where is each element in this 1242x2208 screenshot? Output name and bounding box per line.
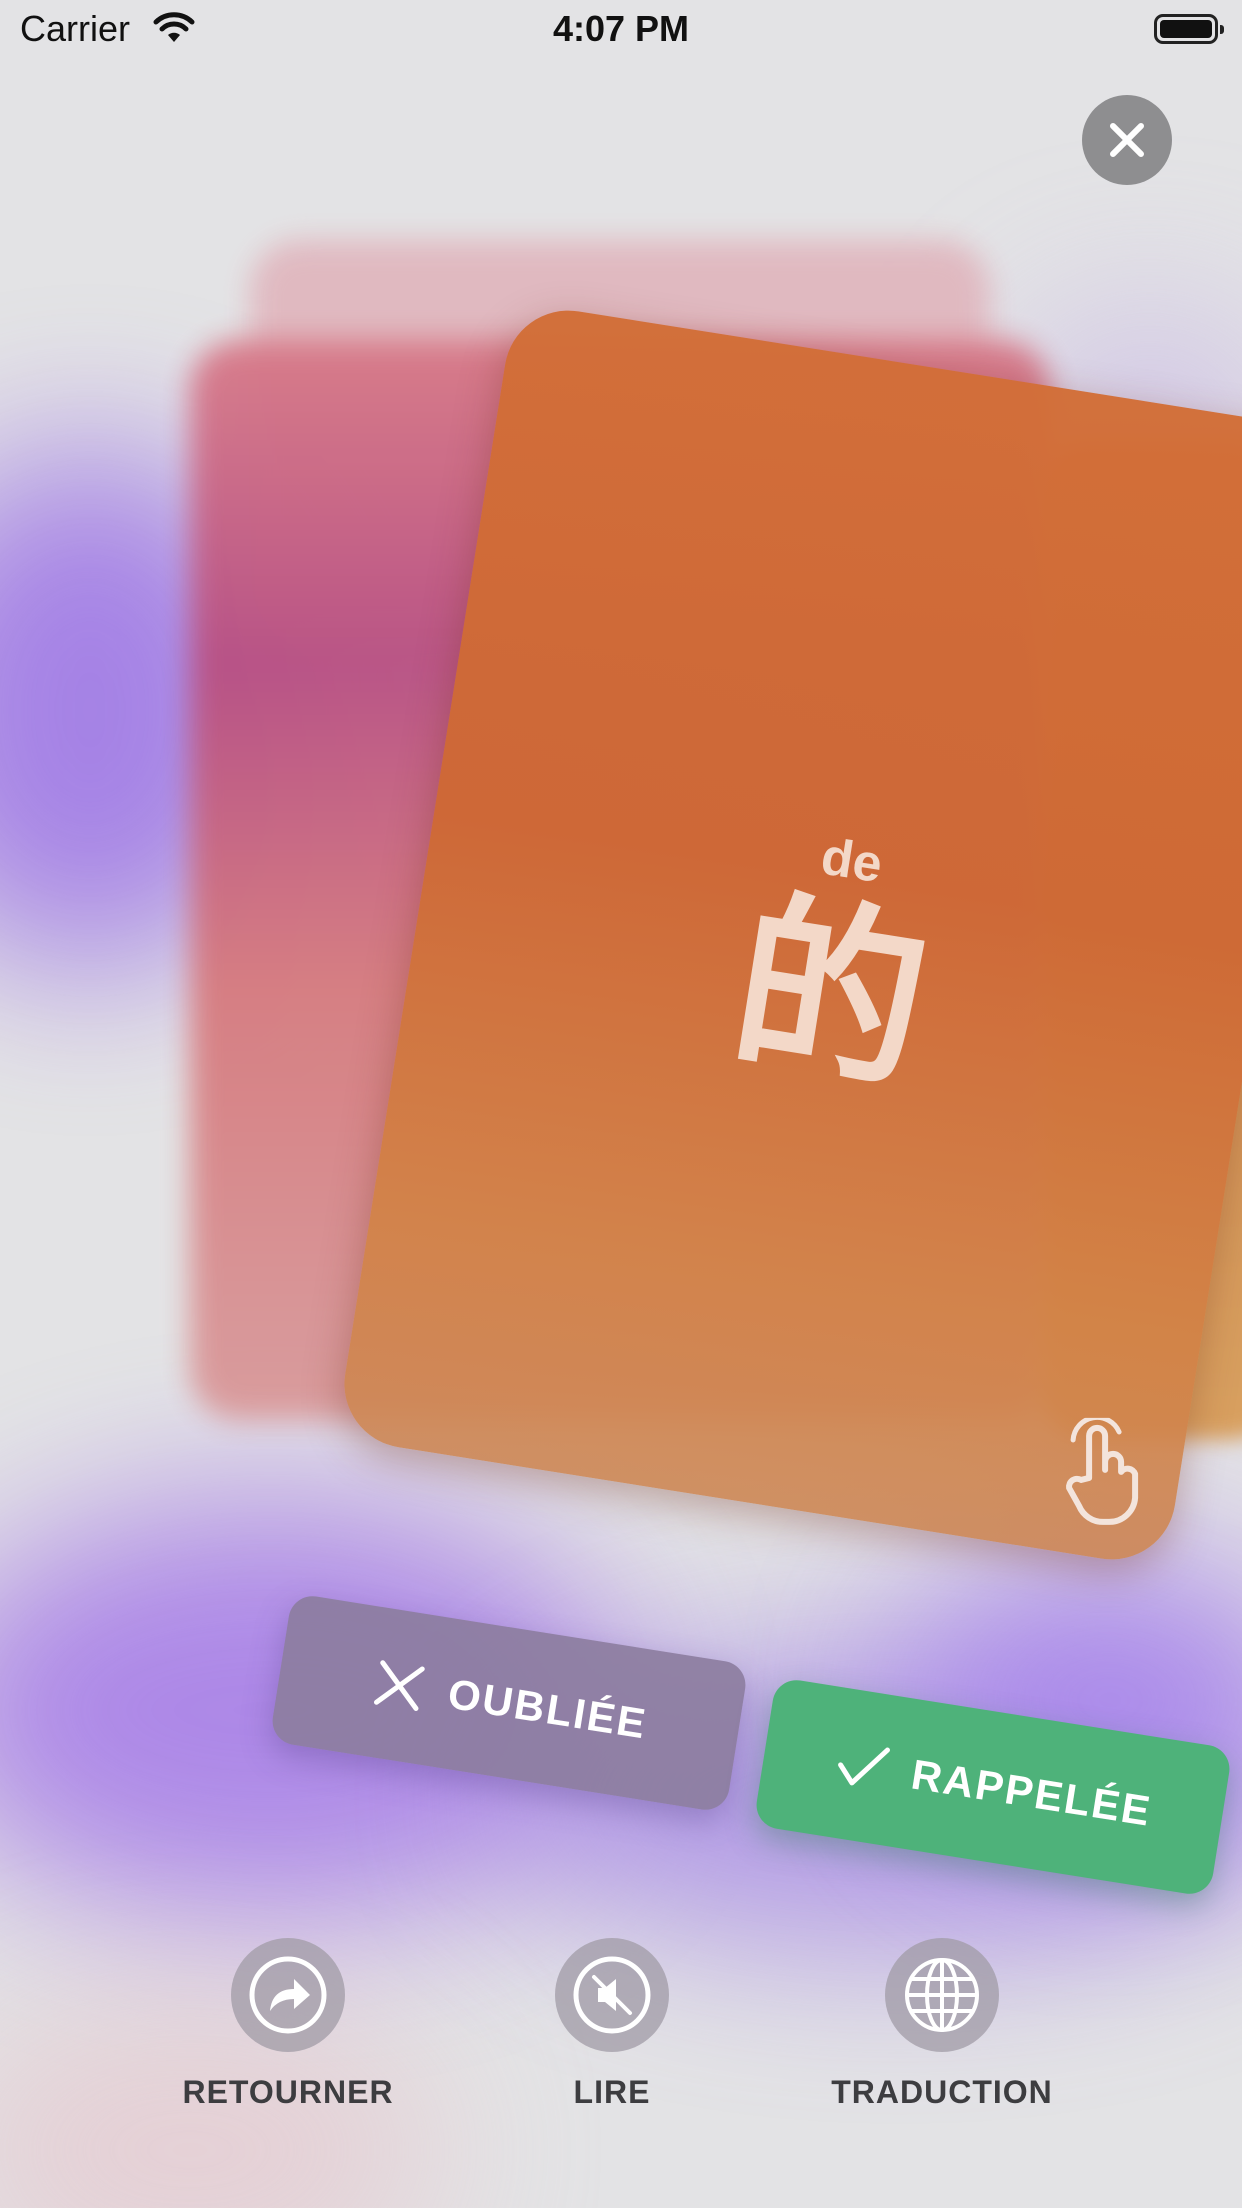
tap-hand-icon	[1066, 1417, 1139, 1525]
status-bar: Carrier 4:07 PM	[0, 0, 1242, 60]
translation-button-circle	[885, 1938, 999, 2052]
close-icon	[1110, 123, 1144, 157]
forgot-label: OUBLIÉE	[444, 1669, 651, 1748]
translation-button[interactable]: TRADUCTION	[792, 1938, 1092, 2118]
close-button[interactable]	[1082, 95, 1172, 185]
globe-icon	[905, 1958, 979, 2032]
battery-icon	[1154, 14, 1224, 44]
flip-button-circle	[231, 1938, 345, 2052]
flip-label: RETOURNER	[182, 2074, 394, 2110]
clock: 4:07 PM	[552, 8, 690, 49]
cross-icon	[373, 1660, 425, 1711]
flip-arrow-icon	[249, 1956, 327, 2034]
read-button-circle	[555, 1938, 669, 2052]
read-label: LIRE	[573, 2074, 651, 2110]
flip-button[interactable]: RETOURNER	[138, 1938, 438, 2118]
checkmark-icon	[837, 1747, 890, 1786]
recalled-label: RAPPELÉE	[908, 1750, 1155, 1835]
read-button[interactable]: LIRE	[462, 1938, 762, 2118]
translation-label: TRADUCTION	[831, 2074, 1053, 2110]
speaker-muted-icon	[573, 1956, 651, 2034]
